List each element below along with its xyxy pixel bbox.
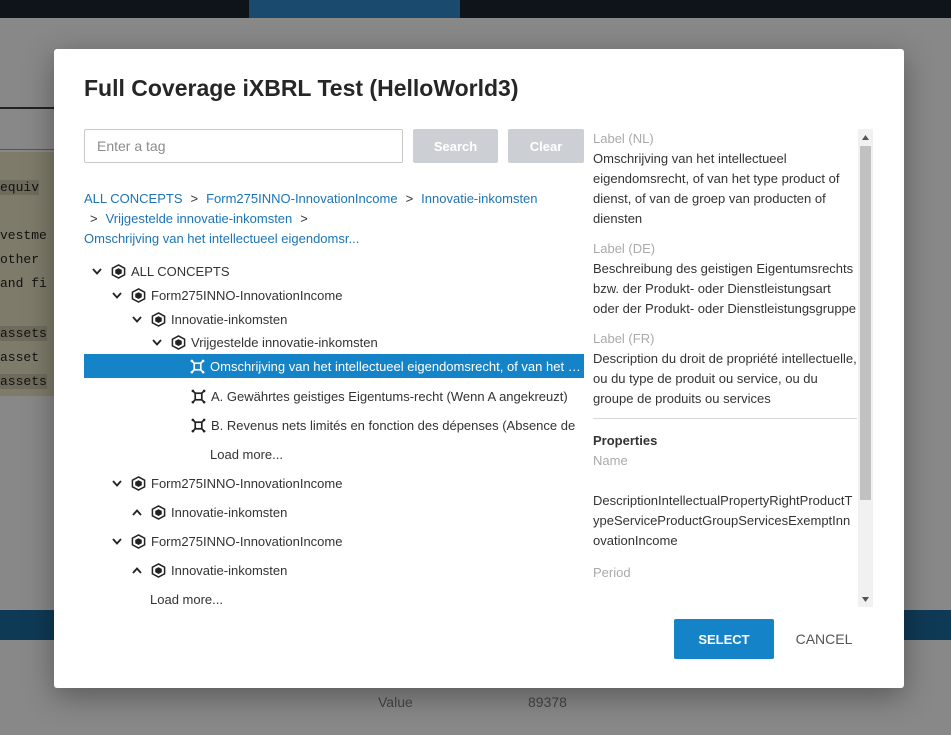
code-line: equiv	[0, 180, 40, 195]
tree-node-label: Innovatie-inkomsten	[171, 562, 288, 578]
tree-node-label: ALL CONCEPTS	[131, 263, 230, 279]
tree-node[interactable]: Innovatie-inkomsten	[84, 500, 584, 524]
code-line: vestme	[0, 228, 47, 243]
tree-node[interactable]: Form275INNO-InnovationIncome	[84, 283, 584, 307]
code-line: other	[0, 252, 40, 267]
chevron-down-icon[interactable]	[110, 288, 124, 302]
tree-node-label: Omschrijving van het intellectueel eigen…	[210, 358, 584, 374]
scroll-up-arrow-icon[interactable]	[858, 130, 873, 144]
breadcrumb-item[interactable]: Form275INNO-InnovationIncome	[206, 191, 397, 206]
tree-node[interactable]: B. Revenus nets limités en fonction des …	[84, 413, 584, 437]
details-scrollbar[interactable]	[858, 129, 873, 607]
tree-node[interactable]: Innovatie-inkomsten	[84, 307, 584, 331]
label-nl-title: Label (NL)	[593, 131, 654, 146]
concept-icon	[190, 388, 206, 404]
concept-details-panel: Label (NL) Omschrijving van het intellec…	[593, 129, 857, 606]
scroll-down-arrow-icon[interactable]	[858, 592, 873, 606]
code-line: asset	[0, 350, 40, 365]
label-nl-value: Omschrijving van het intellectueel eigen…	[593, 151, 840, 226]
tree-node-label: Form275INNO-InnovationIncome	[151, 475, 343, 491]
tree-node[interactable]: Vrijgestelde innovatie-inkomsten	[84, 330, 584, 354]
name-title: Name	[593, 453, 628, 468]
cube-icon	[150, 504, 166, 520]
concept-tree: ALL CONCEPTS Form275INNO-InnovationIncome…	[84, 259, 584, 614]
label-fr-title: Label (FR)	[593, 331, 655, 346]
concept-icon	[190, 417, 206, 433]
tree-node[interactable]: Form275INNO-InnovationIncome	[84, 529, 584, 553]
breadcrumb-separator: >	[190, 191, 199, 206]
label-fr-value: Description du droit de propriété intell…	[593, 351, 857, 406]
chevron-down-icon[interactable]	[150, 335, 164, 349]
name-value: DescriptionIntellectualPropertyRightProd…	[593, 493, 853, 548]
tree-node-label: Innovatie-inkomsten	[171, 504, 288, 520]
tree-node-label: Innovatie-inkomsten	[171, 311, 288, 327]
document-rule	[0, 149, 54, 150]
app-top-bar	[0, 0, 951, 18]
cube-icon	[130, 475, 146, 491]
tree-node-label: Form275INNO-InnovationIncome	[151, 287, 343, 303]
chevron-down-icon[interactable]	[110, 534, 124, 548]
code-line: assets	[0, 326, 47, 341]
chevron-up-icon[interactable]	[130, 563, 144, 577]
code-line: and fi	[0, 276, 47, 291]
chevron-down-icon[interactable]	[90, 264, 104, 278]
scrollbar-thumb[interactable]	[860, 146, 871, 500]
breadcrumb-item[interactable]: ALL CONCEPTS	[84, 191, 183, 206]
section-divider	[593, 418, 857, 419]
code-line: assets	[0, 374, 47, 389]
cancel-button[interactable]: CANCEL	[784, 619, 864, 659]
concept-icon	[190, 358, 205, 374]
breadcrumb: ALL CONCEPTS > Form275INNO-InnovationIncom…	[84, 189, 584, 249]
cube-icon	[170, 334, 186, 350]
tree-node-label: A. Gewährtes geistiges Eigentums-recht (…	[211, 388, 568, 404]
fact-value-label: Value	[378, 694, 413, 710]
period-title: Period	[593, 565, 631, 580]
tree-node[interactable]: ALL CONCEPTS	[84, 259, 584, 283]
document-rule	[0, 107, 54, 109]
tree-node[interactable]: Omschrijving van het intellectueel eigen…	[84, 354, 584, 378]
tree-node-label: Vrijgestelde innovatie-inkomsten	[191, 334, 378, 350]
tree-node-label: Load more...	[150, 591, 223, 607]
chevron-down-icon[interactable]	[130, 312, 144, 326]
load-more-link[interactable]: Load more...	[84, 587, 584, 611]
chevron-down-icon[interactable]	[110, 476, 124, 490]
label-de-title: Label (DE)	[593, 241, 656, 256]
label-de-value: Beschreibung des geistigen Eigentumsrech…	[593, 261, 857, 316]
tree-node-label: Load more...	[210, 446, 283, 462]
active-tab-indicator	[249, 0, 460, 18]
tree-node-label: Form275INNO-InnovationIncome	[151, 533, 343, 549]
tag-search-input[interactable]	[84, 129, 403, 163]
breadcrumb-separator: >	[405, 191, 414, 206]
cube-icon	[130, 287, 146, 303]
cube-icon	[130, 533, 146, 549]
properties-heading: Properties	[593, 433, 658, 448]
tree-node-label: B. Revenus nets limités en fonction des …	[211, 417, 576, 433]
search-button[interactable]: Search	[413, 129, 498, 163]
tree-node[interactable]: A. Gewährtes geistiges Eigentums-recht (…	[84, 384, 584, 408]
tree-node[interactable]: Innovatie-inkomsten	[84, 558, 584, 582]
breadcrumb-item[interactable]: Vrijgestelde innovatie-inkomsten	[106, 211, 293, 226]
chevron-up-icon[interactable]	[130, 505, 144, 519]
breadcrumb-item[interactable]: Innovatie-inkomsten	[421, 191, 537, 206]
clear-button[interactable]: Clear	[508, 129, 584, 163]
tree-node[interactable]: Form275INNO-InnovationIncome	[84, 471, 584, 495]
breadcrumb-item[interactable]: Omschrijving van het intellectueel eigen…	[84, 231, 359, 246]
background-document-excerpt: equiv vestme other and fi assets asset a…	[0, 152, 54, 396]
cube-icon	[110, 263, 126, 279]
select-button[interactable]: SELECT	[674, 619, 774, 659]
modal-title: Full Coverage iXBRL Test (HelloWorld3)	[84, 75, 519, 101]
fact-value: 89378	[528, 694, 567, 710]
cube-icon	[150, 562, 166, 578]
cube-icon	[150, 311, 166, 327]
breadcrumb-separator: >	[300, 211, 308, 226]
concept-picker-modal: Full Coverage iXBRL Test (HelloWorld3) S…	[54, 49, 904, 688]
load-more-link[interactable]: Load more...	[84, 442, 584, 466]
breadcrumb-separator: >	[90, 211, 98, 226]
